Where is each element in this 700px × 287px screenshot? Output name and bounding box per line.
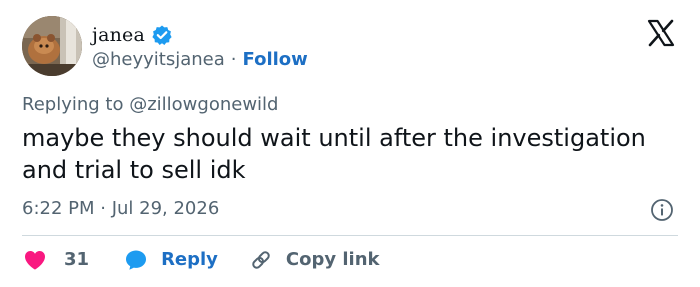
link-icon — [248, 247, 274, 273]
x-logo-icon[interactable] — [646, 18, 676, 48]
author-name-row: janea — [92, 22, 173, 48]
like-count: 31 — [64, 249, 90, 270]
author-handle[interactable]: @heyyitsjanea — [92, 47, 225, 73]
replying-to-handle[interactable]: @zillowgonewild — [129, 94, 278, 115]
replying-to-prefix: Replying to — [22, 94, 124, 115]
follow-button[interactable]: Follow — [243, 47, 308, 73]
replying-to-line: Replying to @zillowgonewild — [22, 93, 278, 117]
tweet-card: janea @heyyitsjanea · Follow Replying to… — [0, 0, 700, 287]
tweet-text: maybe they should wait until after the i… — [22, 124, 646, 184]
author-handle-row: @heyyitsjanea · Follow — [92, 47, 308, 73]
avatar-image — [22, 16, 82, 76]
author-display-name[interactable]: janea — [92, 22, 145, 48]
copy-link-button[interactable]: Copy link — [248, 246, 380, 274]
heart-icon — [22, 247, 48, 273]
speech-bubble-icon — [123, 247, 149, 273]
avatar[interactable] — [22, 16, 82, 76]
divider — [22, 235, 678, 236]
reply-label: Reply — [161, 249, 218, 270]
info-icon[interactable] — [650, 198, 674, 222]
verified-badge-icon — [151, 24, 173, 46]
action-bar: 31 Reply Copy link — [22, 246, 380, 274]
tweet-timestamp[interactable]: 6:22 PM · Jul 29, 2026 — [22, 196, 219, 222]
reply-button[interactable]: Reply — [123, 246, 218, 274]
copy-link-label: Copy link — [285, 249, 380, 270]
separator-dot: · — [230, 49, 237, 70]
like-button[interactable]: 31 — [22, 246, 89, 274]
